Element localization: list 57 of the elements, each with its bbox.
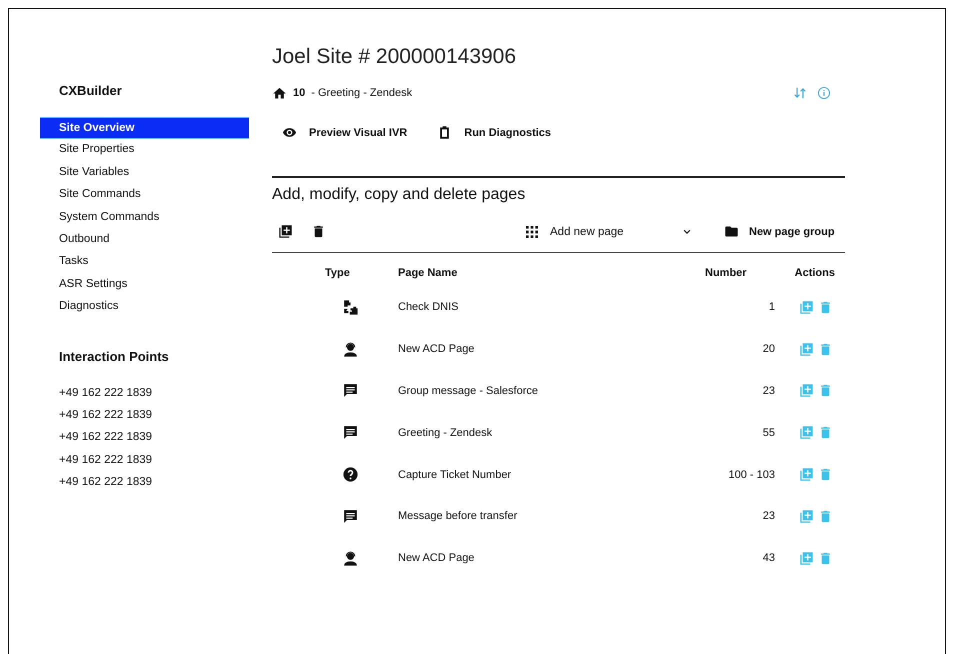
sidebar-item[interactable]: Site Variables [40, 162, 249, 184]
page-number: 20 [762, 343, 775, 356]
page-title: Joel Site # 200000143906 [272, 45, 518, 70]
column-header: Number [704, 266, 748, 278]
copy-icon[interactable] [278, 224, 293, 239]
sidebar-item[interactable]: Site Properties [40, 139, 249, 162]
message-icon [342, 424, 359, 442]
message-icon [342, 508, 359, 525]
column-header: Type [324, 266, 351, 278]
sidebar-item[interactable]: Outbound [40, 228, 249, 252]
page-name[interactable]: New ACD Page [398, 552, 675, 564]
headset-person-icon [342, 550, 359, 567]
section-heading: Add, modify, copy and delete pages [272, 186, 526, 204]
page-name[interactable]: Group message - Salesforce [398, 384, 675, 397]
sidebar-item[interactable]: Tasks [40, 251, 249, 274]
section-title: Interaction Points [58, 348, 170, 366]
page-name[interactable]: Check DNIS [398, 301, 675, 314]
breadcrumb-number: 10 [293, 87, 306, 99]
folder-icon [724, 224, 739, 239]
eye-icon [282, 125, 297, 140]
page-number: 55 [762, 426, 775, 439]
sidebar-item[interactable]: ASR Settings [40, 274, 249, 296]
home-icon[interactable] [272, 86, 287, 100]
page-name[interactable]: Capture Ticket Number [398, 468, 675, 481]
page-number: 43 [762, 552, 775, 564]
page-number: 23 [762, 510, 775, 522]
info-icon[interactable] [817, 86, 831, 100]
page-name[interactable]: Message before transfer [398, 510, 675, 522]
sidebar-item[interactable]: Site Commands [40, 184, 249, 207]
page-number: 1 [768, 301, 775, 314]
app-title: CXBuilder [58, 83, 123, 100]
headset-person-icon [342, 340, 359, 358]
breadcrumb-text: - Greeting - Zendesk [311, 87, 412, 99]
phone-number[interactable]: +49 162 222 1839 [40, 431, 249, 454]
page-name[interactable]: New ACD Page [398, 343, 675, 356]
page-name[interactable]: Greeting - Zendesk [398, 426, 675, 439]
page-number: 100 - 103 [728, 468, 775, 481]
new-page-group-button[interactable]: New page group [724, 224, 835, 239]
add-page-dropdown[interactable]: Add new page [524, 224, 694, 240]
diagnostics-button[interactable]: Run Diagnostics [437, 125, 552, 140]
sidebar-item[interactable]: Diagnostics [40, 296, 249, 319]
sidebar-item[interactable]: Site Overview [40, 117, 249, 140]
message-icon [342, 382, 359, 400]
sort-icon[interactable] [793, 86, 807, 100]
trash-icon[interactable] [311, 224, 326, 239]
column-header: Actions [794, 266, 836, 278]
page-number: 23 [762, 384, 775, 397]
puzzle-icon [342, 298, 359, 316]
sidebar-item[interactable]: System Commands [40, 206, 249, 229]
column-header: Page Name [398, 266, 458, 278]
phone-number[interactable]: +49 162 222 1839 [40, 386, 249, 409]
phone-number[interactable]: +49 162 222 1839 [40, 408, 249, 432]
question-icon [342, 466, 359, 484]
preview-button[interactable]: Preview Visual IVR [282, 125, 408, 140]
phone-number[interactable]: +49 162 222 1839 [40, 476, 249, 498]
grid-icon [524, 224, 540, 240]
phone-number[interactable]: +49 162 222 1839 [40, 454, 249, 476]
